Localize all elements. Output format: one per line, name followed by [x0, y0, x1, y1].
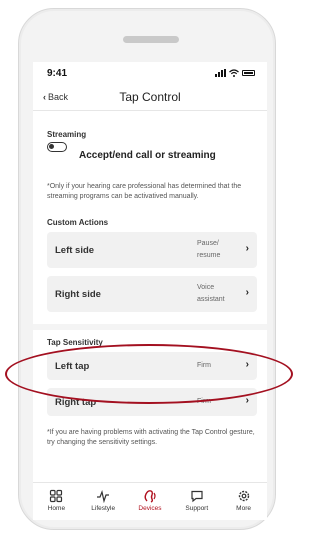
- row-value: Firm: [197, 362, 211, 369]
- phone-speaker: [123, 36, 179, 43]
- chevron-right-icon: ›: [245, 395, 249, 406]
- tab-home[interactable]: Home: [33, 483, 80, 520]
- streaming-note: *Only if your hearing care professional …: [47, 183, 242, 200]
- tab-label: More: [236, 505, 251, 512]
- signal-icon: [215, 69, 226, 77]
- left-side-action-row[interactable]: Left side Pause/ resume ›: [47, 232, 257, 268]
- sensitivity-note: *If you are having problems with activat…: [47, 429, 255, 446]
- battery-icon: [242, 70, 255, 76]
- toggle-knob: [49, 144, 54, 149]
- row-label: Right side: [55, 289, 101, 300]
- row-value-line1: Voice: [197, 284, 215, 291]
- row-value-line1: Pause/: [197, 240, 219, 247]
- custom-actions-section-title: Custom Actions: [47, 218, 109, 227]
- chevron-right-icon: ›: [245, 243, 249, 254]
- chevron-right-icon: ›: [245, 287, 249, 298]
- tab-support[interactable]: Support: [173, 483, 220, 520]
- tab-label: Devices: [138, 505, 162, 512]
- tab-devices[interactable]: Devices: [127, 483, 174, 520]
- tap-sensitivity-section-title: Tap Sensitivity: [47, 338, 103, 347]
- chevron-right-icon: ›: [245, 359, 249, 370]
- chat-icon: [191, 490, 203, 503]
- left-tap-row[interactable]: Left tap Firm ›: [47, 352, 257, 380]
- row-value-line2: assistant: [197, 296, 225, 303]
- streaming-toggle[interactable]: [47, 142, 67, 152]
- tab-more[interactable]: More: [220, 483, 267, 520]
- activity-icon: [97, 489, 110, 503]
- wifi-icon: [229, 69, 239, 77]
- system-icons: [215, 69, 255, 77]
- right-side-action-row[interactable]: Right side Voice assistant ›: [47, 276, 257, 312]
- hearing-aid-icon: [144, 490, 156, 503]
- grid-icon: [50, 489, 63, 503]
- right-tap-row[interactable]: Right tap Firm ›: [47, 388, 257, 416]
- status-time: 9:41: [47, 68, 68, 79]
- tab-label: Home: [47, 505, 66, 512]
- tab-label: Support: [185, 505, 209, 512]
- gear-icon: [238, 490, 249, 502]
- status-bar: 9:41: [33, 62, 267, 84]
- tab-bar: Home Lifestyle Devices Support More: [33, 482, 267, 520]
- tab-lifestyle[interactable]: Lifestyle: [80, 483, 127, 520]
- tab-label: Lifestyle: [91, 505, 116, 512]
- row-label: Left side: [55, 245, 95, 256]
- page-title: Tap Control: [119, 90, 181, 104]
- row-label: Right tap: [55, 397, 97, 408]
- row-label: Left tap: [55, 361, 90, 372]
- section-divider: [33, 324, 267, 330]
- nav-bar: ‹ Back Tap Control: [33, 84, 267, 111]
- streaming-section-title: Streaming: [47, 130, 87, 139]
- row-value-line2: resume: [197, 252, 221, 259]
- streaming-toggle-label: Accept/end call or streaming: [79, 150, 216, 161]
- row-value: Firm: [197, 398, 211, 405]
- app-screen: 9:41 ‹ Back Tap Control Streaming Accept…: [33, 62, 267, 520]
